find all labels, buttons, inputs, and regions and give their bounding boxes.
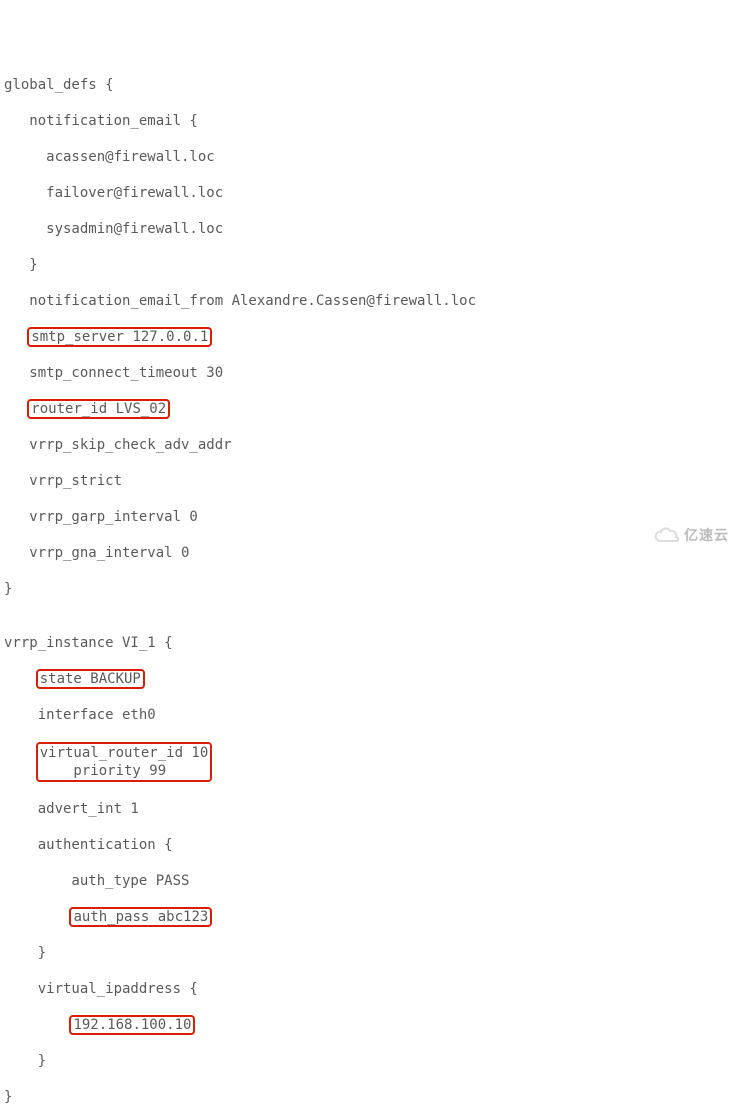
cfg-state-line: state BACKUP — [4, 670, 733, 688]
cfg-vrrp-strict: vrrp_strict — [4, 472, 733, 490]
cfg-email1: acassen@firewall.loc — [4, 148, 733, 166]
hl-vip: 192.168.100.10 — [69, 1015, 195, 1035]
cfg-email3: sysadmin@firewall.loc — [4, 220, 733, 238]
cfg-advert-int: advert_int 1 — [4, 800, 733, 818]
cfg-auth-pass-line: auth_pass abc123 — [4, 908, 733, 926]
hl-state: state BACKUP — [36, 669, 145, 689]
cfg-vip-open: virtual_ipaddress { — [4, 980, 733, 998]
cfg-auth-close: } — [4, 944, 733, 962]
cfg-global-defs-close: } — [4, 580, 733, 598]
cfg-vrrp-instance-open: vrrp_instance VI_1 { — [4, 634, 733, 652]
hl-auth-pass: auth_pass abc123 — [69, 907, 212, 927]
cfg-notif-from: notification_email_from Alexandre.Cassen… — [4, 292, 733, 310]
cfg-notif-email-close: } — [4, 256, 733, 274]
cfg-vip-close: } — [4, 1052, 733, 1070]
cfg-vrrp-garp: vrrp_garp_interval 0 — [4, 508, 733, 526]
watermark-text: 亿速云 — [684, 526, 729, 544]
cfg-auth-open: authentication { — [4, 836, 733, 854]
watermark: 亿速云 — [654, 526, 729, 544]
cfg-email2: failover@firewall.loc — [4, 184, 733, 202]
cfg-smtp-timeout: smtp_connect_timeout 30 — [4, 364, 733, 382]
hl-router-id: router_id LVS_02 — [27, 399, 170, 419]
cfg-auth-type: auth_type PASS — [4, 872, 733, 890]
hl-smtp-server: smtp_server 127.0.0.1 — [27, 327, 212, 347]
cfg-vrrp-instance-close: } — [4, 1088, 733, 1104]
cfg-global-defs-open: global_defs { — [4, 76, 733, 94]
cfg-vrrp-gna: vrrp_gna_interval 0 — [4, 544, 733, 562]
cfg-router-id-line: router_id LVS_02 — [4, 400, 733, 418]
cfg-smtp-server-line: smtp_server 127.0.0.1 — [4, 328, 733, 346]
cfg-vrid-pri-line: virtual_router_id 10 priority 99 — [4, 742, 733, 782]
cloud-icon — [654, 526, 680, 544]
hl-vrid-priority: virtual_router_id 10 priority 99 — [36, 742, 213, 782]
cfg-vrrp-skip: vrrp_skip_check_adv_addr — [4, 436, 733, 454]
cfg-notif-email-open: notification_email { — [4, 112, 733, 130]
cfg-vip-line: 192.168.100.10 — [4, 1016, 733, 1034]
cfg-interface: interface eth0 — [4, 706, 733, 724]
